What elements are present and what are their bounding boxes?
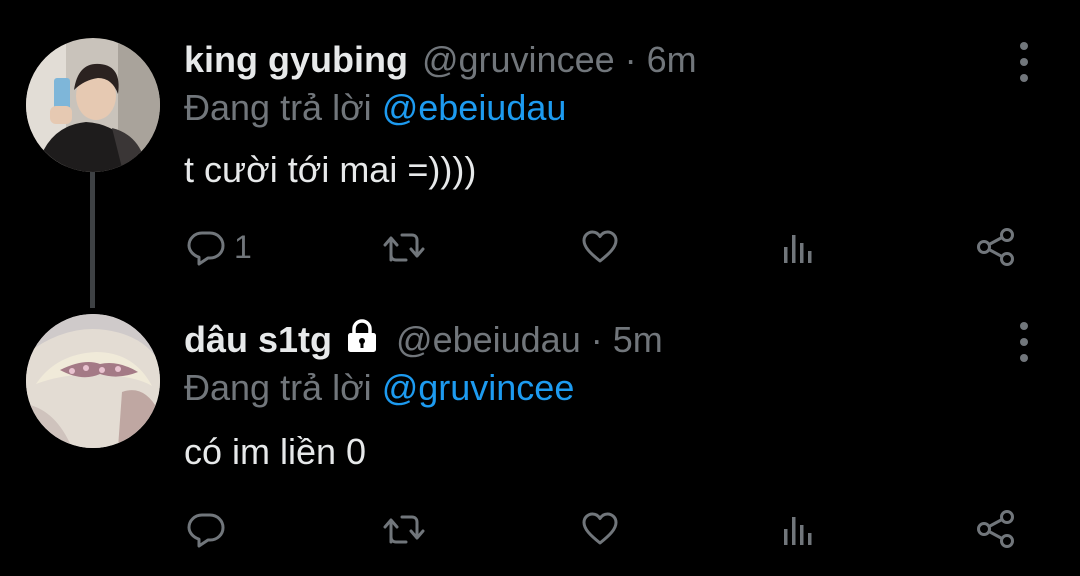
tweet-actions: 1 — [0, 222, 1080, 272]
replying-prefix: Đang trả lời — [184, 367, 372, 408]
reply-bubble-icon — [187, 231, 225, 266]
separator-dot: · — [590, 319, 603, 360]
more-options-button[interactable] — [1014, 322, 1034, 362]
avatar[interactable] — [26, 314, 160, 448]
replying-prefix: Đang trả lời — [184, 87, 372, 128]
views-button[interactable] — [778, 222, 818, 272]
views-bar-chart-icon — [784, 517, 812, 545]
user-handle[interactable]: @gruvincee — [422, 38, 615, 82]
lock-icon — [344, 318, 380, 364]
tweet-reply-2[interactable]: dâu s1tg @ebeiudau · 5m Đang trả lời @gr… — [0, 290, 1080, 576]
separator-dot: · — [624, 39, 637, 80]
retweet-button[interactable] — [382, 222, 426, 272]
timestamp[interactable]: 5m — [613, 318, 663, 362]
tweet-header: dâu s1tg @ebeiudau · 5m — [184, 318, 663, 364]
tweet-header: king gyubing @gruvincee · 6m — [184, 38, 697, 82]
avatar-photo-king-gyubing — [26, 38, 160, 172]
reply-button[interactable] — [186, 504, 234, 554]
retweet-button[interactable] — [382, 504, 426, 554]
tweet-text: có im liền 0 — [184, 431, 367, 472]
more-vertical-icon — [1020, 322, 1028, 330]
replying-to-line: Đang trả lời @gruvincee — [184, 366, 574, 410]
user-handle[interactable]: @ebeiudau — [396, 318, 581, 362]
reply-count: 1 — [234, 228, 252, 265]
views-button[interactable] — [778, 504, 818, 554]
share-icon — [977, 510, 1014, 548]
more-vertical-icon — [1020, 42, 1028, 50]
display-name[interactable]: king gyubing — [184, 38, 408, 82]
replying-to-line: Đang trả lời @ebeiudau — [184, 86, 566, 130]
views-bar-chart-icon — [784, 235, 812, 263]
retweet-icon — [383, 233, 425, 262]
more-options-button[interactable] — [1014, 42, 1034, 82]
timestamp[interactable]: 6m — [647, 38, 697, 82]
display-name[interactable]: dâu s1tg — [184, 318, 332, 362]
reply-bubble-icon — [187, 513, 225, 548]
avatar-photo-dau-s1tg — [26, 314, 160, 448]
like-button[interactable] — [580, 222, 620, 272]
tweet-actions — [0, 504, 1080, 554]
replying-to-mention[interactable]: @ebeiudau — [382, 87, 567, 128]
like-button[interactable] — [580, 504, 620, 554]
tweet-text: t cười tới mai =)))) — [184, 149, 477, 190]
share-button[interactable] — [974, 504, 1018, 554]
reply-button[interactable]: 1 — [186, 222, 252, 272]
heart-icon — [582, 230, 618, 263]
retweet-icon — [383, 515, 425, 544]
share-button[interactable] — [974, 222, 1018, 272]
tweet-reply-1[interactable]: king gyubing @gruvincee · 6m Đang trả lờ… — [0, 0, 1080, 290]
avatar[interactable] — [26, 38, 160, 172]
replying-to-mention[interactable]: @gruvincee — [382, 367, 575, 408]
heart-icon — [582, 512, 618, 545]
share-icon — [977, 228, 1014, 266]
